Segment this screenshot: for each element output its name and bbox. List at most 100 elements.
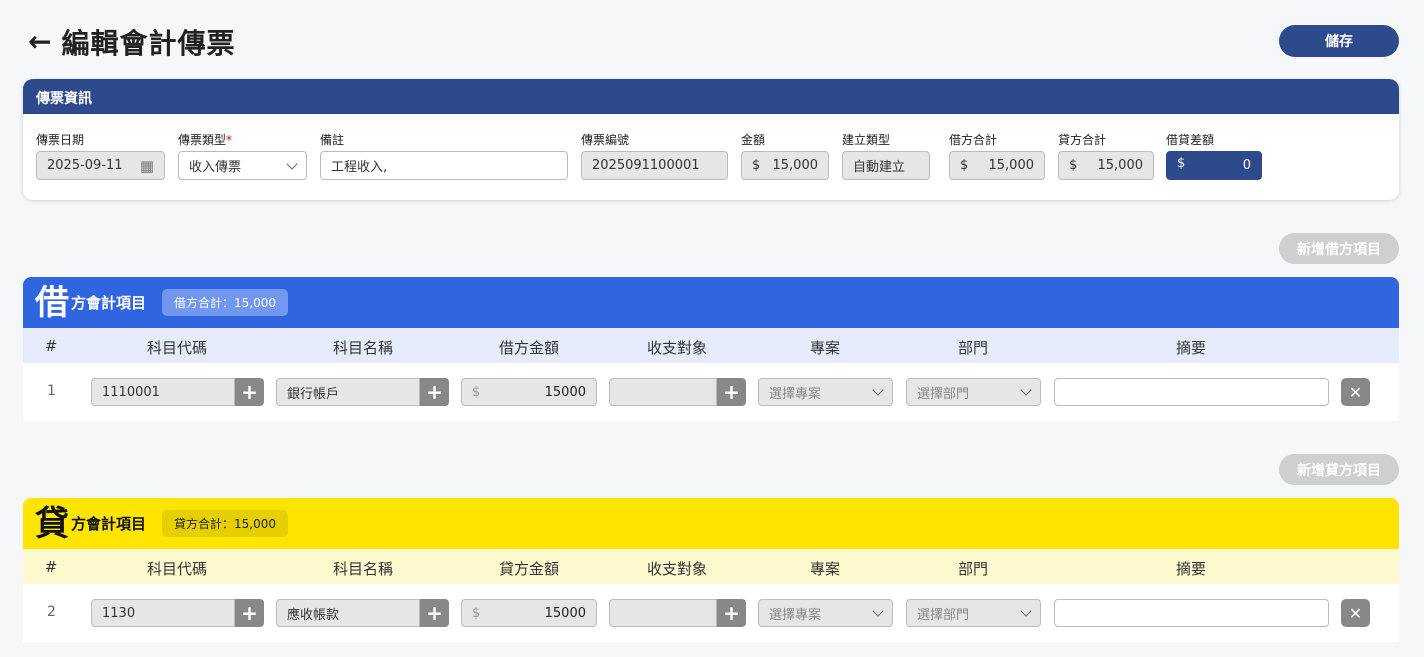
account-name-input[interactable]: 應收帳款 <box>276 599 420 627</box>
col-debit-amount: 借方金額 <box>498 339 560 357</box>
date-field: 傳票日期 2025-09-11 ▦ <box>36 131 165 180</box>
currency-symbol: $ <box>960 158 969 173</box>
amount-label: 金額 <box>741 133 766 147</box>
add-counterparty-icon[interactable]: + <box>717 378 746 406</box>
add-account-code-icon[interactable]: + <box>235 599 264 627</box>
delete-row-icon[interactable]: ✕ <box>1341 378 1370 406</box>
account-code-group: 1130 + <box>91 599 264 627</box>
department-select[interactable]: 選擇部門 <box>906 599 1041 627</box>
account-code-input[interactable]: 1110001 <box>91 378 235 406</box>
amount-value: 15,000 <box>772 158 819 173</box>
summary-input[interactable] <box>1054 599 1329 627</box>
debit-big-char: 借 <box>35 282 69 323</box>
currency-symbol: $ <box>472 384 481 400</box>
number-field: 傳票編號 2025091100001 <box>581 131 728 180</box>
currency-symbol: $ <box>1069 158 1078 173</box>
col-summary: 摘要 <box>1175 339 1207 357</box>
currency-symbol: $ <box>472 605 481 621</box>
credit-section: 貸 方會計項目 貸方合計：15,000 # 科目代碼 科目名稱 貸方金額 收支對… <box>23 498 1399 642</box>
table-row: 2 1130 + 應收帳款 + $ 15000 + 選擇專案 選擇部門 ✕ <box>23 584 1399 642</box>
chevron-down-icon <box>872 384 884 396</box>
credit-total-box: $ 15,000 <box>1058 151 1154 180</box>
debit-column-headers: # 科目代碼 科目名稱 借方金額 收支對象 專案 部門 摘要 <box>23 328 1399 363</box>
account-name-value: 應收帳款 <box>287 607 340 623</box>
chevron-down-icon <box>1020 605 1032 617</box>
account-code-value: 1110001 <box>102 384 160 400</box>
date-value: 2025-09-11 <box>47 158 123 173</box>
voucher-info-heading: 傳票資訊 <box>23 79 1399 114</box>
account-name-input[interactable]: 銀行帳戶 <box>276 378 420 406</box>
debit-section: 借 方會計項目 借方合計：15,000 # 科目代碼 科目名稱 借方金額 收支對… <box>23 277 1399 421</box>
credit-section-header: 貸 方會計項目 貸方合計：15,000 <box>23 498 1399 549</box>
debit-total-badge: 借方合計：15,000 <box>162 289 289 316</box>
type-field: 傳票類型* 收入傳票 <box>178 131 307 180</box>
account-code-group: 1110001 + <box>91 378 264 406</box>
diff-value: 0 <box>1242 158 1251 173</box>
account-name-value: 銀行帳戶 <box>287 386 340 402</box>
counterparty-input[interactable] <box>609 378 717 406</box>
project-select[interactable]: 選擇專案 <box>758 599 893 627</box>
save-button[interactable]: 儲存 <box>1279 25 1399 57</box>
delete-row-icon[interactable]: ✕ <box>1341 599 1370 627</box>
credit-total-badge: 貸方合計：15,000 <box>162 510 289 537</box>
credit-total-value: 15,000 <box>1097 158 1144 173</box>
account-code-input[interactable]: 1130 <box>91 599 235 627</box>
row-number: 2 <box>47 604 56 620</box>
chevron-down-icon <box>872 605 884 617</box>
counterparty-group: + <box>609 378 746 406</box>
add-account-name-icon[interactable]: + <box>420 378 449 406</box>
col-counterparty: 收支對象 <box>646 339 708 357</box>
debit-amount-value: 15000 <box>544 384 586 400</box>
type-select[interactable]: 收入傳票 <box>178 151 307 180</box>
col-summary: 摘要 <box>1175 560 1207 578</box>
back-arrow-icon[interactable]: ← <box>28 28 51 56</box>
row-number: 1 <box>47 383 56 399</box>
debit-total-field: 借方合計 $ 15,000 <box>949 131 1045 180</box>
project-placeholder: 選擇專案 <box>769 386 822 402</box>
calendar-icon[interactable]: ▦ <box>140 157 154 175</box>
note-field: 備註 工程收入, <box>320 131 568 180</box>
amount-field: 金額 $ 15,000 <box>741 131 829 180</box>
create-type-box: 自動建立 <box>842 151 930 180</box>
summary-input[interactable] <box>1054 378 1329 406</box>
create-type-label: 建立類型 <box>842 133 891 147</box>
date-label: 傳票日期 <box>36 133 85 147</box>
col-project: 專案 <box>809 560 841 578</box>
department-select[interactable]: 選擇部門 <box>906 378 1041 406</box>
account-name-group: 應收帳款 + <box>276 599 449 627</box>
note-input[interactable]: 工程收入, <box>320 151 568 180</box>
page-header: ← 編輯會計傳票 <box>28 22 235 62</box>
create-type-field: 建立類型 自動建立 <box>842 131 930 180</box>
date-input[interactable]: 2025-09-11 ▦ <box>36 151 165 180</box>
number-value: 2025091100001 <box>592 158 700 173</box>
diff-field: 借貸差額 $ 0 <box>1166 131 1262 180</box>
add-account-code-icon[interactable]: + <box>235 378 264 406</box>
counterparty-input[interactable] <box>609 599 717 627</box>
col-counterparty: 收支對象 <box>646 560 708 578</box>
add-credit-item-button[interactable]: 新增貸方項目 <box>1279 454 1399 485</box>
debit-amount-input[interactable]: $ 15000 <box>461 378 597 406</box>
debit-total-box: $ 15,000 <box>949 151 1045 180</box>
debit-total-value: 15,000 <box>988 158 1035 173</box>
credit-amount-input[interactable]: $ 15000 <box>461 599 597 627</box>
add-counterparty-icon[interactable]: + <box>717 599 746 627</box>
add-account-name-icon[interactable]: + <box>420 599 449 627</box>
credit-total-field: 貸方合計 $ 15,000 <box>1058 131 1154 180</box>
type-value: 收入傳票 <box>189 160 242 175</box>
note-value: 工程收入, <box>331 160 388 175</box>
account-name-group: 銀行帳戶 + <box>276 378 449 406</box>
add-debit-item-button[interactable]: 新增借方項目 <box>1279 233 1399 264</box>
credit-section-title: 方會計項目 <box>71 515 147 533</box>
col-department: 部門 <box>957 560 989 578</box>
col-project: 專案 <box>809 339 841 357</box>
account-code-value: 1130 <box>102 605 136 621</box>
col-number: # <box>44 337 58 355</box>
project-placeholder: 選擇專案 <box>769 607 822 623</box>
counterparty-group: + <box>609 599 746 627</box>
project-select[interactable]: 選擇專案 <box>758 378 893 406</box>
chevron-down-icon <box>1020 384 1032 396</box>
table-row: 1 1110001 + 銀行帳戶 + $ 15000 + 選擇專案 選擇部門 ✕ <box>23 363 1399 421</box>
voucher-info-card: 傳票資訊 傳票日期 2025-09-11 ▦ 傳票類型* 收入傳票 備註 工程收… <box>23 79 1399 200</box>
col-account-code: 科目代碼 <box>146 339 208 357</box>
credit-total-label: 貸方合計 <box>1058 133 1107 147</box>
